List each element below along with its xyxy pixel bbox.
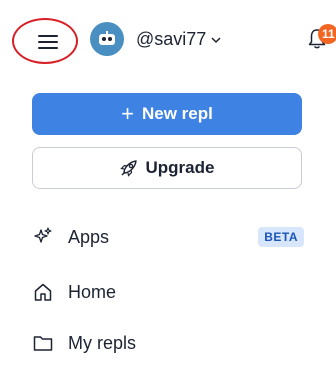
home-icon (32, 281, 54, 303)
notification-badge: 11 (318, 24, 336, 44)
robot-avatar-icon (99, 31, 115, 45)
plus-icon: + (121, 101, 134, 126)
menu-button[interactable] (12, 18, 78, 64)
sidebar-item-my-repls[interactable]: My repls (32, 324, 304, 362)
beta-badge: BETA (258, 227, 304, 247)
top-bar: @savi77 11 (0, 0, 336, 80)
rocket-icon (119, 160, 137, 177)
chevron-down-icon (211, 37, 221, 44)
new-repl-label: New repl (142, 104, 213, 123)
sidebar-item-home[interactable]: Home (32, 273, 304, 311)
account-switcher[interactable]: @savi77 (90, 22, 221, 56)
sidebar-item-apps[interactable]: Apps BETA (32, 218, 304, 256)
folder-icon (32, 332, 54, 354)
sidebar-item-label: Apps (68, 226, 110, 247)
new-repl-button[interactable]: + New repl (32, 93, 302, 135)
sidebar-item-label: My repls (68, 332, 137, 353)
hamburger-menu-icon (38, 35, 58, 49)
sidebar-item-label: Home (68, 281, 117, 302)
avatar (90, 22, 124, 56)
sparkle-icon (32, 226, 54, 248)
upgrade-label: Upgrade (145, 158, 215, 177)
username: @savi77 (136, 28, 207, 49)
notifications-button[interactable]: 11 (301, 20, 336, 54)
upgrade-button[interactable]: Upgrade (32, 147, 302, 189)
